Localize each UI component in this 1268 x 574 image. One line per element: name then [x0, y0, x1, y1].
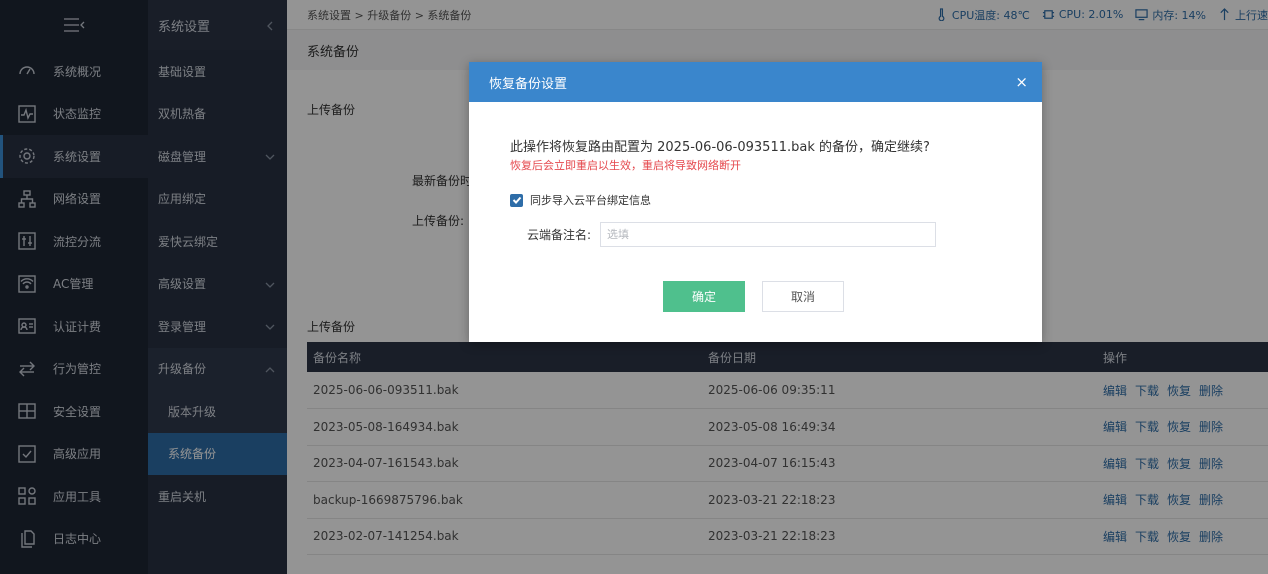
remark-row: 云端备注名:: [527, 222, 937, 247]
cancel-button[interactable]: 取消: [762, 281, 844, 312]
dialog-title: 恢复备份设置: [489, 76, 568, 92]
checkbox-checked-icon[interactable]: [510, 193, 523, 207]
close-icon[interactable]: ×: [1015, 73, 1028, 91]
restore-backup-dialog: 恢复备份设置 × 此操作将恢复路由配置为 2025-06-06-093511.b…: [469, 62, 1042, 342]
confirm-button[interactable]: 确定: [663, 281, 745, 312]
warning-message: 恢复后会立即重启以生效，重启将导致网络断开: [510, 159, 741, 172]
dialog-header: 恢复备份设置 ×: [469, 62, 1042, 102]
remark-label: 云端备注名:: [527, 228, 592, 242]
confirm-message: 此操作将恢复路由配置为 2025-06-06-093511.bak 的备份，确定…: [510, 140, 930, 155]
remark-input[interactable]: [600, 222, 937, 247]
sync-cloud-label: 同步导入云平台绑定信息: [530, 194, 651, 207]
sync-cloud-checkbox[interactable]: 同步导入云平台绑定信息: [510, 192, 651, 208]
